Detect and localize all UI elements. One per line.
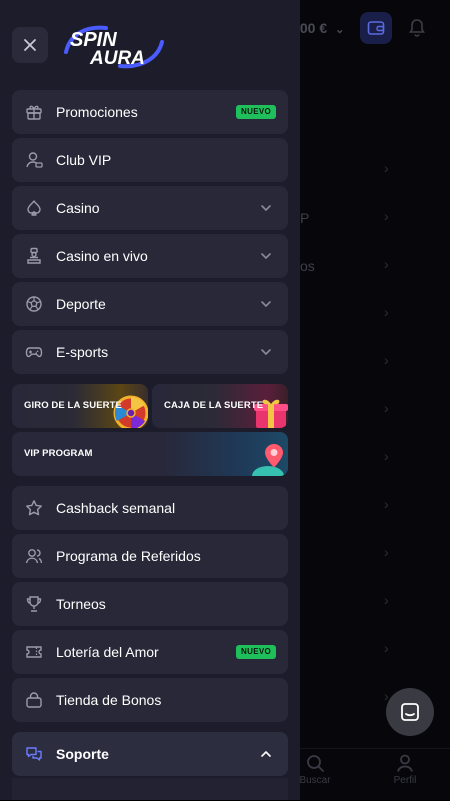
bg-row: › [384,160,389,176]
menu-item-club-vip[interactable]: Club VIP [12,138,288,182]
wallet-button[interactable] [360,12,392,44]
bottom-navigation: Buscar Perfil [299,748,450,801]
promo-label: GIRO DE LA SUERTE [24,400,122,411]
chevron-down-icon [261,205,271,212]
menu-label: Club VIP [56,152,112,168]
promo-caja-de-la-suerte[interactable]: CAJA DE LA SUERTE [152,384,288,428]
spade-icon [24,198,44,218]
svg-text:AURA: AURA [89,48,145,69]
menu-label: Tienda de Bonos [56,692,162,708]
close-menu-button[interactable] [12,27,48,63]
menu-item-soporte[interactable]: Soporte [12,732,288,776]
notifications-button[interactable] [404,14,430,42]
menu-label: E-sports [56,344,109,360]
bg-row: › [384,544,389,560]
promo-label: VIP PROGRAM [24,448,93,459]
chevron-up-icon [261,750,271,757]
promo-giro-de-la-suerte[interactable]: GIRO DE LA SUERTE [12,384,148,428]
search-icon [307,755,324,772]
support-chat-icon [24,744,44,764]
menu-item-torneos[interactable]: Torneos [12,582,288,626]
menu-item-deporte[interactable]: Deporte [12,282,288,326]
ticket-icon [24,642,44,662]
balance-display[interactable]: .00 € ⌄ [296,20,344,36]
menu-item-promociones[interactable]: Promociones NUEVO [12,90,288,134]
bg-row: › [384,592,389,608]
nav-perfil[interactable]: Perfil [375,753,435,786]
bell-icon [409,19,425,37]
menu-label: Promociones [56,104,138,120]
menu-label: Lotería del Amor [56,644,159,660]
chat-icon [401,703,419,721]
bg-row: › [384,496,389,512]
dealer-icon [24,246,44,266]
gamepad-icon [24,342,44,362]
bg-row: › [384,352,389,368]
menu-label: Torneos [56,596,106,612]
bg-row: P › [300,208,389,226]
soporte-submenu [12,778,288,800]
menu-item-casino-en-vivo[interactable]: Casino en vivo [12,234,288,278]
soccer-ball-icon [24,294,44,314]
menu-item-tienda-de-bonos[interactable]: Tienda de Bonos [12,678,288,722]
bg-row: › [384,400,389,416]
shopping-bag-icon [24,690,44,710]
star-icon [24,498,44,518]
chevron-down-icon [261,253,271,260]
menu-label: Deporte [56,296,106,312]
map-pin-icon [252,444,284,476]
menu-label: Programa de Referidos [56,548,201,564]
spin-aura-logo[interactable]: SPIN AURA [62,22,166,70]
bg-row: › [384,304,389,320]
bg-row: › [384,640,389,656]
menu-label: Cashback semanal [56,500,176,516]
side-menu-drawer: SPIN AURA Promociones NUEVO Club VIP Cas… [0,0,300,800]
chevron-down-icon [261,301,271,308]
menu-item-programa-de-referidos[interactable]: Programa de Referidos [12,534,288,578]
live-chat-button[interactable] [386,688,434,736]
menu-item-cashback-semanal[interactable]: Cashback semanal [12,486,288,530]
menu-label: Soporte [56,746,109,762]
wallet-icon [367,21,385,35]
bg-row: os › [300,256,389,274]
menu-item-esports[interactable]: E-sports [12,330,288,374]
promo-label: CAJA DE LA SUERTE [164,400,264,411]
menu-item-casino[interactable]: Casino [12,186,288,230]
user-icon [397,754,413,772]
trophy-icon [24,594,44,614]
new-badge: NUEVO [236,105,276,119]
menu-label: Casino [56,200,100,216]
gift-icon [24,102,44,122]
user-badge-icon [24,150,44,170]
users-icon [24,546,44,566]
promo-vip-program[interactable]: VIP PROGRAM [12,432,288,476]
chevron-down-icon [261,349,271,356]
menu-item-loteria-del-amor[interactable]: Lotería del Amor NUEVO [12,630,288,674]
menu-label: Casino en vivo [56,248,148,264]
close-icon [24,39,36,51]
bg-row: › [384,448,389,464]
new-badge: NUEVO [236,645,276,659]
